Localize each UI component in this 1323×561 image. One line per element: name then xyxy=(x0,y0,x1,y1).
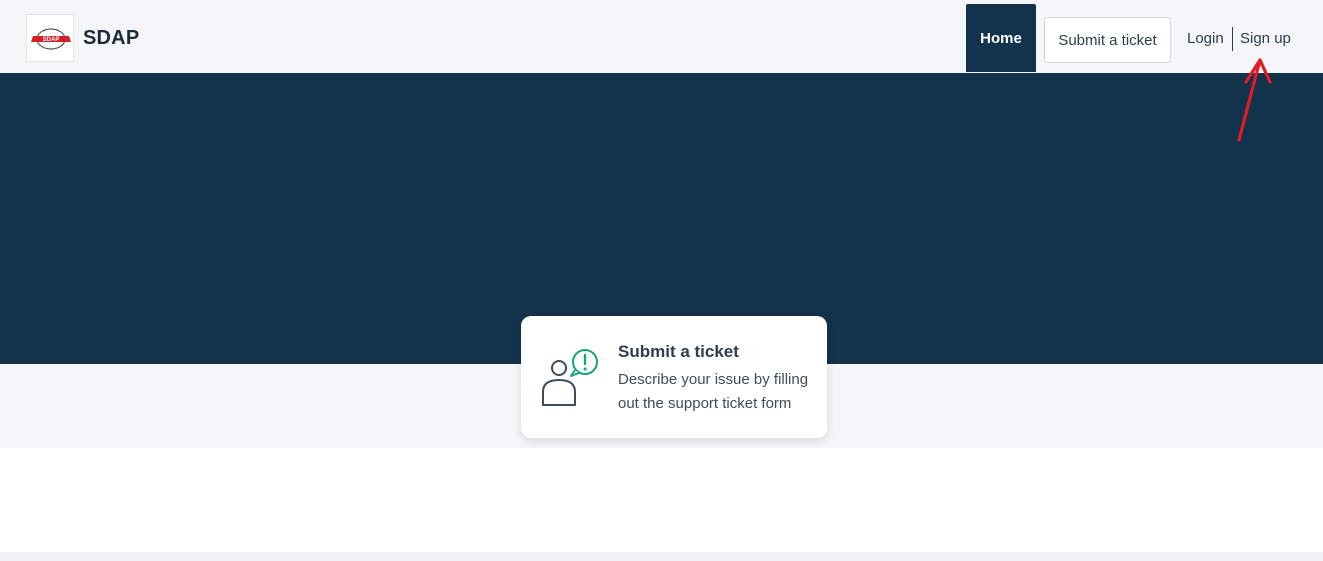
person-alert-icon xyxy=(542,349,598,406)
sdap-logo-icon: SDAP xyxy=(31,28,71,50)
footer-strip xyxy=(0,552,1323,561)
nav-home[interactable]: Home xyxy=(966,4,1036,72)
card-description: Describe your issue by filling out the s… xyxy=(618,371,809,412)
signup-link[interactable]: Sign up xyxy=(1240,30,1291,47)
logo[interactable]: SDAP xyxy=(26,14,74,62)
logo-text: SDAP xyxy=(43,37,60,43)
annotation-arrow-icon xyxy=(1237,58,1272,142)
login-link[interactable]: Login xyxy=(1187,30,1224,47)
nav-divider xyxy=(1232,27,1233,51)
site-header: SDAP SDAP Home Submit a ticket Login Sig… xyxy=(0,0,1323,73)
card-title[interactable]: Submit a ticket xyxy=(618,342,739,362)
brand-name[interactable]: SDAP xyxy=(83,27,139,50)
nav-submit-ticket[interactable]: Submit a ticket xyxy=(1044,17,1171,63)
submit-ticket-card[interactable]: Submit a ticket Describe your issue by f… xyxy=(521,316,827,438)
